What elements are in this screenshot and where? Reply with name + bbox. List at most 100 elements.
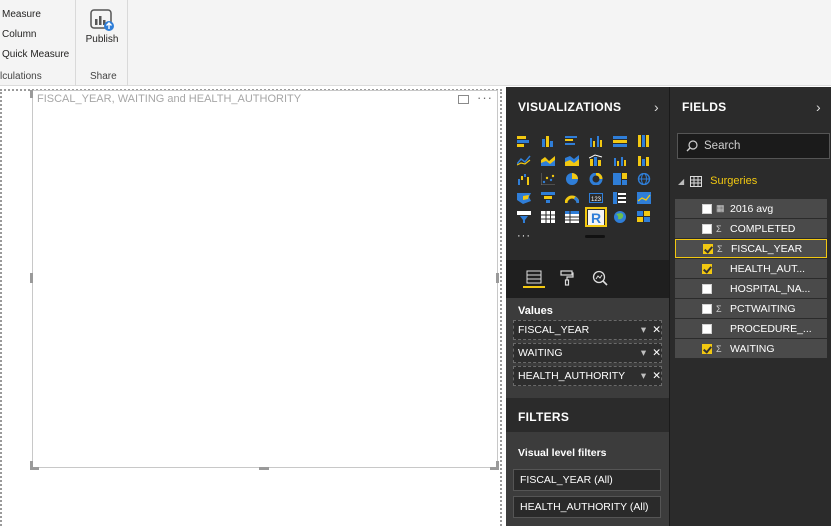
report-canvas[interactable]: FISCAL_YEAR, WAITING and HEALTH_AUTHORIT…	[0, 87, 506, 526]
visual-type-gallery: 123 R ···	[515, 133, 663, 247]
donut-chart-icon[interactable]	[587, 171, 605, 187]
r-script-visual-icon[interactable]: R	[585, 207, 607, 227]
visualizations-pane: VISUALIZATIONS › 123 R ··· Values FISCAL…	[506, 87, 669, 526]
100-stacked-bar-chart-icon[interactable]	[611, 133, 629, 149]
analytics-magnifier-icon	[592, 270, 608, 286]
pie-chart-icon[interactable]	[563, 171, 581, 187]
map-icon[interactable]	[635, 171, 653, 187]
resize-handle-bottom-left-h[interactable]	[30, 467, 39, 470]
resize-handle-bottom-right-h[interactable]	[490, 467, 499, 470]
remove-field-icon[interactable]: ✕	[652, 324, 661, 336]
100-stacked-column-chart-icon[interactable]	[635, 133, 653, 149]
kpi-icon[interactable]	[635, 190, 653, 206]
search-placeholder: Search	[704, 140, 741, 152]
collapse-fields-icon[interactable]: ›	[816, 99, 821, 115]
field-fiscal-year[interactable]: Σ FISCAL_YEAR	[675, 239, 827, 258]
field-checkbox[interactable]	[702, 303, 712, 314]
visualizations-title: VISUALIZATIONS	[518, 100, 622, 114]
field-hospital-name[interactable]: HOSPITAL_NA...	[675, 279, 827, 298]
share-group: Publish Share	[76, 0, 128, 86]
field-procedure[interactable]: PROCEDURE_...	[675, 319, 827, 338]
field-checkbox[interactable]	[702, 323, 712, 334]
tab-analytics[interactable]	[589, 268, 611, 288]
calculations-group-label: lculations	[0, 71, 42, 82]
matrix-icon[interactable]	[563, 209, 581, 225]
well-field-waiting[interactable]: WAITING ▾ ✕	[513, 343, 662, 363]
waterfall-chart-icon[interactable]	[515, 171, 533, 187]
treemap-icon[interactable]	[611, 171, 629, 187]
table-icon[interactable]	[539, 209, 557, 225]
field-checkbox[interactable]	[702, 223, 712, 234]
new-measure-button[interactable]: Measure	[2, 9, 41, 20]
chevron-down-icon[interactable]: ▾	[641, 347, 646, 359]
r-script-visual[interactable]: FISCAL_YEAR, WAITING and HEALTH_AUTHORIT…	[32, 90, 498, 468]
multi-row-card-icon[interactable]	[611, 190, 629, 206]
well-field-health-authority[interactable]: HEALTH_AUTHORITY ▾ ✕	[513, 366, 662, 386]
chevron-down-icon[interactable]: ▾	[641, 324, 646, 336]
well-field-label: WAITING	[518, 347, 563, 359]
page-boundary-right	[500, 89, 502, 526]
clustered-column-chart-icon[interactable]	[587, 133, 605, 149]
remove-field-icon[interactable]: ✕	[652, 370, 661, 382]
stacked-column-chart-icon[interactable]	[539, 133, 557, 149]
field-completed[interactable]: Σ COMPLETED	[675, 219, 827, 238]
sigma-icon: Σ	[716, 223, 722, 234]
filled-map-icon[interactable]	[515, 190, 533, 206]
well-field-fiscal-year[interactable]: FISCAL_YEAR ▾ ✕	[513, 320, 662, 340]
remove-field-icon[interactable]: ✕	[652, 347, 661, 359]
area-chart-icon[interactable]	[539, 152, 557, 168]
tab-format[interactable]	[556, 268, 578, 288]
resize-handle-right[interactable]	[496, 273, 499, 283]
gauge-icon[interactable]	[563, 190, 581, 206]
field-checkbox[interactable]	[702, 283, 712, 294]
ribbon-chart-icon[interactable]	[635, 152, 653, 168]
collapse-visualizations-icon[interactable]: ›	[654, 99, 659, 115]
visualization-tabs	[506, 260, 669, 298]
arcgis-map-icon[interactable]	[611, 209, 629, 225]
resize-handle-top-left[interactable]	[30, 90, 33, 98]
field-checkbox-checked[interactable]	[702, 263, 712, 274]
filter-card-health-authority[interactable]: HEALTH_AUTHORITY (All)	[513, 496, 661, 518]
stacked-bar-chart-icon[interactable]	[515, 133, 533, 149]
field-name: HEALTH_AUT...	[730, 262, 806, 275]
field-health-authority[interactable]: HEALTH_AUT...	[675, 259, 827, 278]
slicer-icon[interactable]	[515, 209, 533, 225]
field-waiting[interactable]: Σ WAITING	[675, 339, 827, 358]
custom-visual-icon[interactable]	[635, 209, 653, 225]
line-and-clustered-column-chart-icon[interactable]	[611, 152, 629, 168]
filter-card-fiscal-year[interactable]: FISCAL_YEAR (All)	[513, 469, 661, 491]
funnel-icon[interactable]	[539, 190, 557, 206]
more-visuals-icon[interactable]: ···	[515, 228, 533, 244]
field-pctwaiting[interactable]: Σ PCTWAITING	[675, 299, 827, 318]
clustered-bar-chart-icon[interactable]	[563, 133, 581, 149]
ribbon: Measure Column Quick Measure lculations …	[0, 0, 831, 86]
share-group-label: Share	[90, 71, 117, 82]
chevron-down-icon[interactable]: ▾	[641, 370, 646, 382]
field-name: HOSPITAL_NA...	[730, 282, 811, 295]
fields-header: FIELDS ›	[670, 87, 831, 127]
field-checkbox-checked[interactable]	[703, 243, 713, 254]
quick-measure-button[interactable]: Quick Measure	[2, 49, 69, 60]
more-options-icon[interactable]: ···	[477, 90, 493, 105]
resize-handle-left[interactable]	[30, 273, 33, 283]
focus-mode-icon[interactable]	[458, 95, 469, 104]
table-surgeries[interactable]: ◢ Surgeries	[678, 175, 757, 187]
tab-fields[interactable]	[523, 268, 545, 288]
field-checkbox-checked[interactable]	[702, 343, 712, 354]
fields-pane: FIELDS › Search ◢ Surgeries ▦ 2016 avg Σ…	[669, 87, 831, 526]
line-and-stacked-column-chart-icon[interactable]	[587, 152, 605, 168]
card-icon[interactable]: 123	[587, 190, 605, 206]
line-chart-icon[interactable]	[515, 152, 533, 168]
scatter-chart-icon[interactable]	[539, 171, 557, 187]
stacked-area-chart-icon[interactable]	[563, 152, 581, 168]
field-checkbox[interactable]	[702, 203, 712, 214]
new-column-button[interactable]: Column	[2, 29, 36, 40]
field-2016-avg[interactable]: ▦ 2016 avg	[675, 199, 827, 218]
resize-handle-bottom[interactable]	[259, 467, 269, 470]
fields-search-input[interactable]: Search	[677, 133, 830, 159]
field-name: PROCEDURE_...	[730, 322, 812, 335]
field-name: FISCAL_YEAR	[731, 242, 803, 255]
visual-level-filters-label: Visual level filters	[518, 447, 607, 459]
publish-button[interactable]: Publish	[83, 8, 121, 56]
expand-caret-icon[interactable]: ◢	[678, 177, 684, 186]
